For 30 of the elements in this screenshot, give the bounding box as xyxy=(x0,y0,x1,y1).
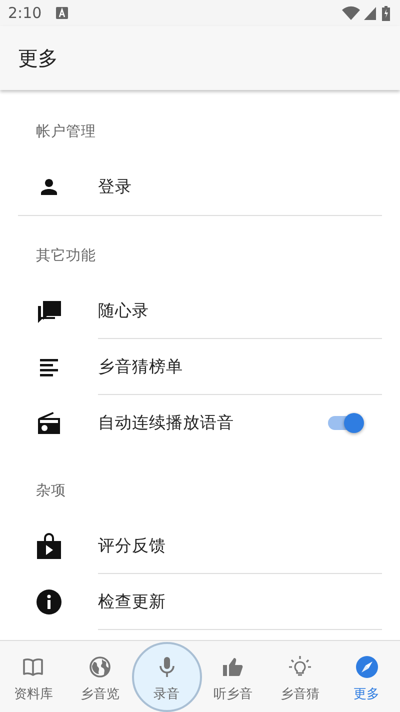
toggle-switch[interactable] xyxy=(326,413,364,433)
chat-icon xyxy=(36,298,62,324)
nav-tab[interactable]: 更多 xyxy=(333,641,400,712)
page-title: 更多 xyxy=(18,44,58,72)
signal-icon xyxy=(364,6,376,20)
record-button[interactable]: 录音 xyxy=(132,642,202,712)
info-icon xyxy=(36,589,62,615)
nav-tab[interactable]: 乡音览 xyxy=(66,641,134,712)
section-header: 杂项 xyxy=(35,482,67,501)
notification-icon xyxy=(56,7,68,19)
nav-tab[interactable]: 听乡音 xyxy=(200,641,266,712)
menu-item-label[interactable]: 自动连续播放语音 xyxy=(98,412,234,434)
nav-tab[interactable]: 资料库 xyxy=(0,641,67,712)
section-header: 其它功能 xyxy=(35,246,97,266)
globe-icon xyxy=(88,654,112,678)
menu-item-label[interactable]: 乡音猜榜单 xyxy=(98,356,183,378)
battery-icon xyxy=(382,6,390,20)
lightbulb-icon xyxy=(288,654,312,678)
play-bag-icon xyxy=(37,533,61,559)
menu-item-label[interactable]: 随心录 xyxy=(98,300,149,322)
nav-tab[interactable]: 乡音猜 xyxy=(266,641,334,712)
section-header: 帐户管理 xyxy=(35,123,97,142)
wifi-icon xyxy=(342,6,360,20)
menu-item-label[interactable]: 登录 xyxy=(98,176,132,198)
menu-item-label[interactable]: 检查更新 xyxy=(98,591,166,613)
status-time: 2:10 xyxy=(8,4,42,22)
compass-icon xyxy=(354,654,379,678)
list-icon xyxy=(39,357,59,377)
menu-item-label[interactable]: 评分反馈 xyxy=(98,535,166,557)
radio-icon xyxy=(36,410,62,436)
